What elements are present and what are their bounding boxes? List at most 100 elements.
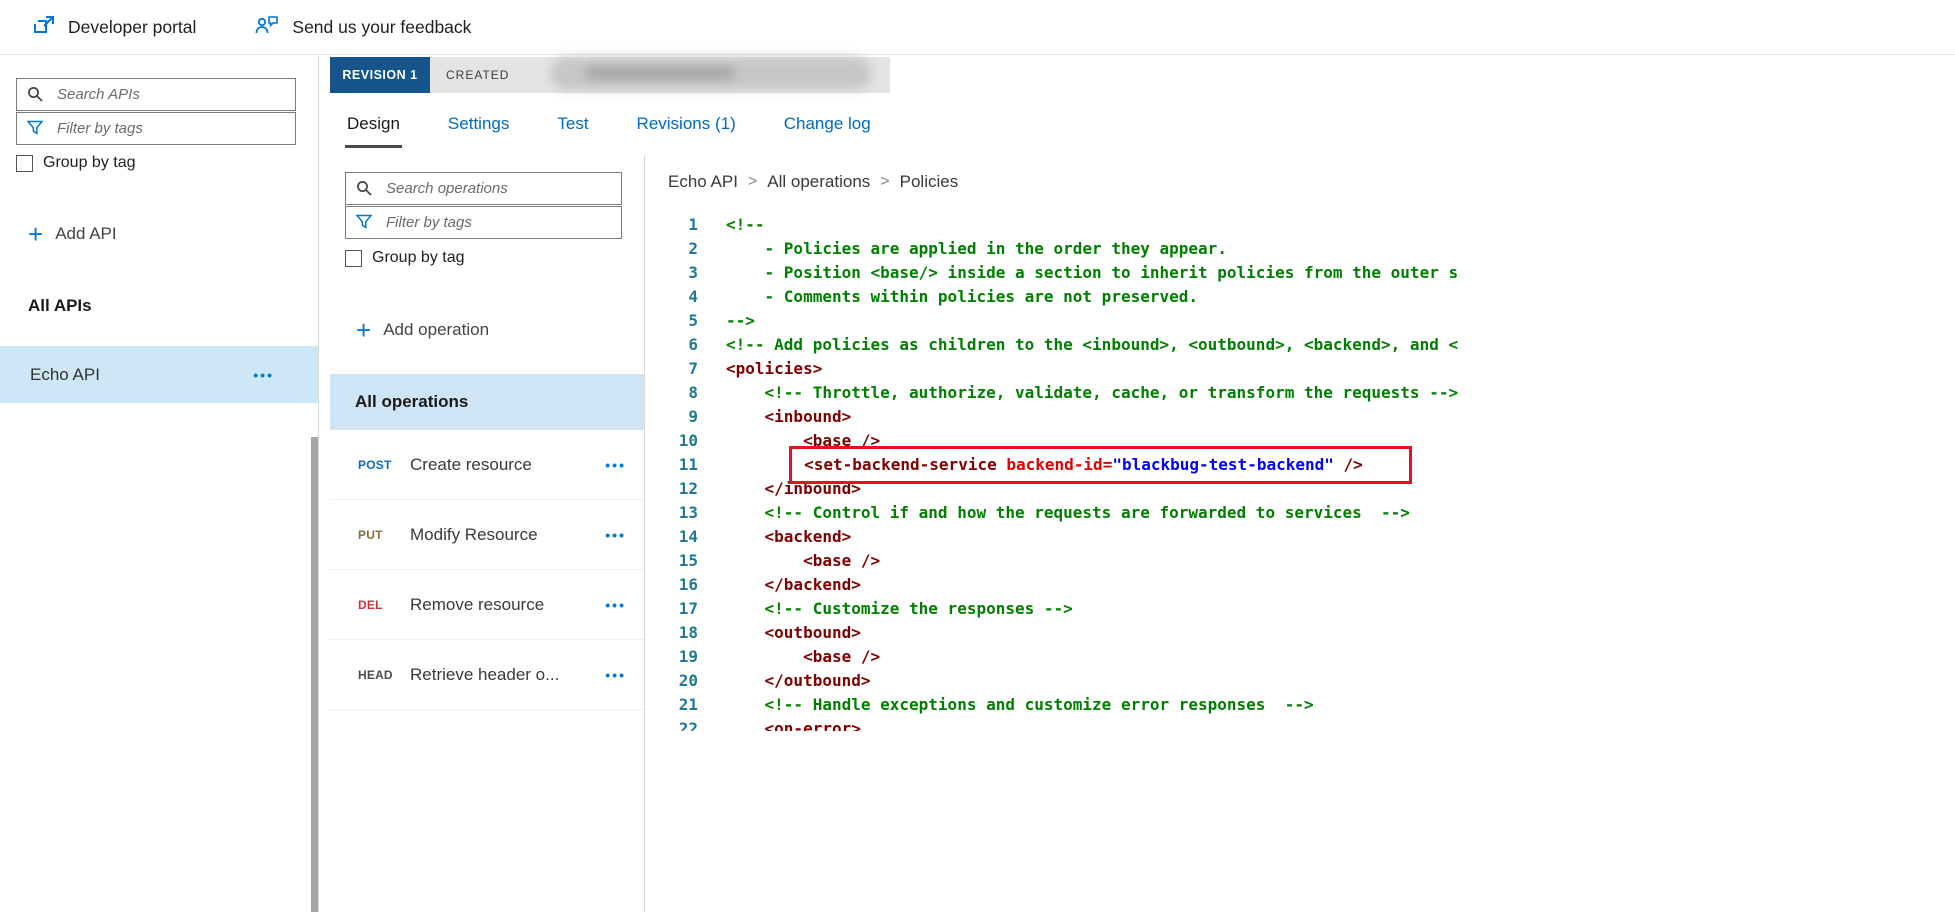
line-number: 1 bbox=[646, 213, 698, 237]
code-line[interactable]: 1 <!-- bbox=[646, 213, 1955, 237]
developer-portal-link[interactable]: Developer portal bbox=[34, 14, 196, 41]
line-number: 3 bbox=[646, 261, 698, 285]
code-text: <base /> bbox=[726, 645, 880, 669]
code-token: <!-- Handle exceptions and customize err… bbox=[765, 695, 1314, 714]
code-token: "blackbug-test-backend" bbox=[1112, 455, 1334, 474]
filter-icon bbox=[356, 214, 372, 230]
code-line[interactable]: 2 - Policies are applied in the order th… bbox=[646, 237, 1955, 261]
code-line[interactable]: 16 </backend> bbox=[646, 573, 1955, 597]
breadcrumb-item-policies[interactable]: Policies bbox=[900, 172, 959, 192]
line-number: 20 bbox=[646, 669, 698, 693]
line-number: 22 bbox=[646, 717, 698, 731]
code-text: <on-error> bbox=[726, 717, 861, 731]
code-line[interactable]: 18 <outbound> bbox=[646, 621, 1955, 645]
operation-menu-button[interactable]: ••• bbox=[605, 457, 626, 473]
line-number: 8 bbox=[646, 381, 698, 405]
code-line[interactable]: 9 <inbound> bbox=[646, 405, 1955, 429]
line-number: 9 bbox=[646, 405, 698, 429]
code-token bbox=[726, 527, 765, 546]
add-operation-button[interactable]: + Add operation bbox=[356, 320, 489, 340]
all-operations-label: All operations bbox=[355, 392, 468, 412]
breadcrumb: Echo API>All operations>Policies bbox=[668, 172, 958, 192]
line-number: 11 bbox=[646, 453, 698, 477]
operation-menu-button[interactable]: ••• bbox=[605, 597, 626, 613]
code-token: <on-error> bbox=[765, 719, 861, 731]
code-line[interactable]: 21 <!-- Handle exceptions and customize … bbox=[646, 693, 1955, 717]
code-line[interactable]: 7<policies> bbox=[646, 357, 1955, 381]
code-line[interactable]: 8 <!-- Throttle, authorize, validate, ca… bbox=[646, 381, 1955, 405]
code-line[interactable]: 15 <base /> bbox=[646, 549, 1955, 573]
policy-code-editor[interactable]: 1 <!--2 - Policies are applied in the ord… bbox=[646, 213, 1955, 731]
code-line[interactable]: 6<!-- Add policies as children to the <i… bbox=[646, 333, 1955, 357]
filter-tags-input[interactable] bbox=[16, 112, 296, 145]
code-text: <!-- bbox=[726, 213, 765, 237]
breadcrumb-item-echo-api[interactable]: Echo API bbox=[668, 172, 738, 192]
filter-operations-field bbox=[345, 206, 622, 239]
code-token: <base /> bbox=[803, 551, 880, 570]
all-apis-heading: All APIs bbox=[28, 296, 92, 316]
operation-row-head[interactable]: HEADRetrieve header o...••• bbox=[330, 640, 644, 710]
code-token: <inbound> bbox=[765, 407, 852, 426]
operation-row-put[interactable]: PUTModify Resource••• bbox=[330, 500, 644, 570]
code-line[interactable]: 11 <set-backend-service backend-id="blac… bbox=[646, 453, 1955, 477]
code-token bbox=[726, 647, 803, 666]
code-token: - Position <base/> inside a section to i… bbox=[726, 263, 1458, 282]
tab-change-log[interactable]: Change log bbox=[782, 102, 873, 148]
tab-test[interactable]: Test bbox=[555, 102, 590, 148]
filter-operations-input[interactable] bbox=[345, 206, 622, 239]
tab-revisions-1[interactable]: Revisions (1) bbox=[635, 102, 738, 148]
operation-name: Remove resource bbox=[410, 595, 605, 615]
line-number: 5 bbox=[646, 309, 698, 333]
ops-group-by-tag-checkbox[interactable] bbox=[345, 250, 362, 267]
tab-settings[interactable]: Settings bbox=[446, 102, 511, 148]
code-line[interactable]: 5--> bbox=[646, 309, 1955, 333]
operation-menu-button[interactable]: ••• bbox=[605, 527, 626, 543]
code-text: <backend> bbox=[726, 525, 851, 549]
code-line[interactable]: 22 <on-error> bbox=[646, 717, 1955, 731]
operation-verb-badge: POST bbox=[358, 458, 410, 472]
sidebar-item-echo-api[interactable]: Echo API ••• bbox=[0, 346, 318, 403]
feedback-link[interactable]: Send us your feedback bbox=[254, 14, 471, 41]
code-line[interactable]: 3 - Position <base/> inside a section to… bbox=[646, 261, 1955, 285]
sidebar-scrollbar-thumb[interactable] bbox=[311, 437, 318, 912]
plus-icon: + bbox=[356, 320, 371, 340]
filter-tags-field bbox=[16, 112, 296, 145]
external-link-icon bbox=[34, 14, 56, 41]
code-token bbox=[726, 503, 765, 522]
api-context-menu-button[interactable]: ••• bbox=[253, 367, 318, 383]
operation-row-post[interactable]: POSTCreate resource••• bbox=[330, 430, 644, 500]
code-token bbox=[726, 407, 765, 426]
code-line[interactable]: 4 - Comments within policies are not pre… bbox=[646, 285, 1955, 309]
revision-tab[interactable]: REVISION 1 bbox=[330, 57, 430, 93]
search-operations-input[interactable] bbox=[345, 172, 622, 205]
code-token: /> bbox=[1334, 455, 1363, 474]
revision-bar: REVISION 1 CREATED bbox=[330, 57, 890, 93]
line-number: 15 bbox=[646, 549, 698, 573]
add-api-button[interactable]: + Add API bbox=[28, 224, 117, 244]
search-operations-field bbox=[345, 172, 622, 205]
all-operations-item[interactable]: All operations bbox=[330, 374, 644, 430]
line-number: 18 bbox=[646, 621, 698, 645]
search-apis-field bbox=[16, 78, 296, 111]
code-token bbox=[726, 383, 765, 402]
operation-row-del[interactable]: DELRemove resource••• bbox=[330, 570, 644, 640]
code-line[interactable]: 13 <!-- Control if and how the requests … bbox=[646, 501, 1955, 525]
code-token bbox=[726, 551, 803, 570]
ops-group-by-tag-label: Group by tag bbox=[372, 249, 465, 267]
code-line[interactable]: 14 <backend> bbox=[646, 525, 1955, 549]
code-line[interactable]: 19 <base /> bbox=[646, 645, 1955, 669]
code-line[interactable]: 17 <!-- Customize the responses --> bbox=[646, 597, 1955, 621]
plus-icon: + bbox=[28, 224, 43, 244]
add-operation-label: Add operation bbox=[383, 320, 489, 340]
operation-menu-button[interactable]: ••• bbox=[605, 667, 626, 683]
search-apis-input[interactable] bbox=[16, 78, 296, 111]
tab-design[interactable]: Design bbox=[345, 102, 402, 148]
code-token bbox=[726, 695, 765, 714]
code-token: <!-- Throttle, authorize, validate, cach… bbox=[765, 383, 1459, 402]
line-number: 13 bbox=[646, 501, 698, 525]
policy-highlight-box: <set-backend-service backend-id="blackbu… bbox=[789, 446, 1412, 484]
group-by-tag-checkbox[interactable] bbox=[16, 155, 33, 172]
code-text: - Policies are applied in the order they… bbox=[726, 237, 1227, 261]
breadcrumb-item-all-operations[interactable]: All operations bbox=[767, 172, 870, 192]
code-line[interactable]: 20 </outbound> bbox=[646, 669, 1955, 693]
